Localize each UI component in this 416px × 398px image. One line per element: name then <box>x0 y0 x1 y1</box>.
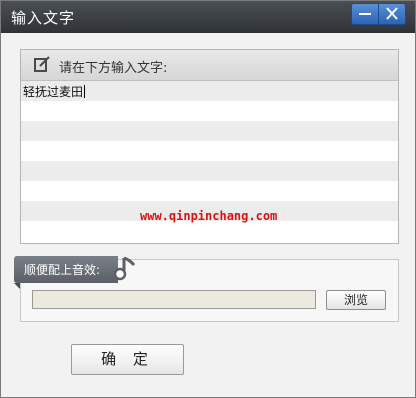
music-note-icon <box>114 256 136 281</box>
text-input-panel: 请在下方输入文字: 轻抚过麦田 www.qinpinchang.com <box>20 49 399 244</box>
text-panel-label: 请在下方输入文字: <box>59 61 168 76</box>
sound-effect-label: 顺便配上音效: <box>24 263 101 277</box>
text-caret <box>84 85 86 98</box>
entered-text[interactable]: 轻抚过麦田 <box>23 83 86 100</box>
text-line <box>21 161 398 181</box>
sound-effect-tab: 顺便配上音效: <box>14 256 136 289</box>
edit-icon <box>34 56 50 72</box>
close-button[interactable] <box>378 3 406 25</box>
sound-file-input[interactable] <box>32 290 316 309</box>
text-line <box>21 181 398 201</box>
text-line <box>21 101 398 121</box>
dialog-body: 请在下方输入文字: 轻抚过麦田 www.qinpinchang.com 顺便配上… <box>1 33 415 397</box>
text-panel-header: 请在下方输入文字: <box>21 50 398 81</box>
tab-fold <box>14 283 20 289</box>
browse-button[interactable]: 浏览 <box>326 290 386 310</box>
text-line <box>21 121 398 141</box>
title-bar[interactable]: 输入文字 <box>1 1 415 33</box>
watermark-text: www.qinpinchang.com <box>140 209 278 223</box>
close-icon <box>386 7 398 20</box>
sound-effect-tab-bg: 顺便配上音效: <box>14 256 118 283</box>
text-line <box>21 221 398 241</box>
entered-text-value: 轻抚过麦田 <box>23 85 84 99</box>
dialog-window: 输入文字 请在下方输入文字: 轻抚过麦田 www.qinpinchang.com… <box>0 0 416 398</box>
minimize-button[interactable] <box>351 3 379 25</box>
ok-button[interactable]: 确 定 <box>71 344 184 375</box>
minimize-icon <box>359 13 371 15</box>
text-line <box>21 141 398 161</box>
window-title: 输入文字 <box>11 9 76 27</box>
